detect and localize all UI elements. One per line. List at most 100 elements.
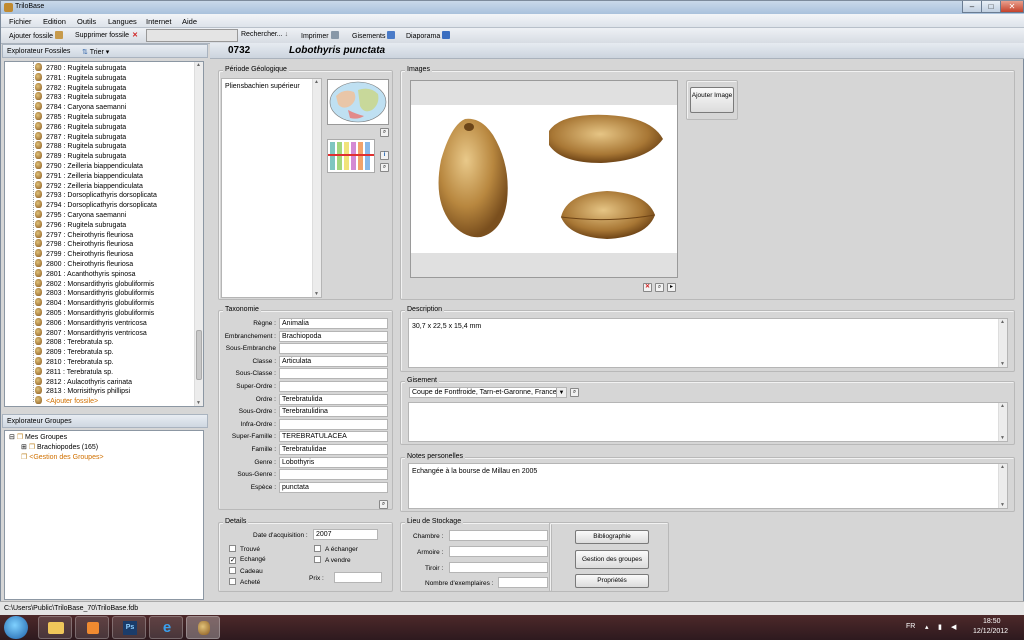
list-item[interactable]: 2792 : Zeilleria biappendiculata bbox=[35, 180, 143, 191]
taxonomy-field[interactable]: Articulata bbox=[279, 355, 388, 367]
deposit-select[interactable]: Coupe de Fontfroide, Tarn-et-Garonne, Fr… bbox=[409, 387, 567, 398]
clock-time[interactable]: 18:50 bbox=[983, 618, 1001, 625]
list-item[interactable]: 2799 : Cheirothyris fleuriosa bbox=[35, 249, 133, 259]
scroll-thumb[interactable] bbox=[196, 330, 202, 380]
sort-button[interactable]: ⇅ Trier ▾ bbox=[82, 48, 109, 56]
list-item[interactable]: 2785 : Rugitela subrugata bbox=[35, 112, 126, 122]
list-item[interactable]: 2810 : Terebratula sp. bbox=[35, 357, 114, 367]
to-sell-checkbox[interactable]: A vendre bbox=[314, 556, 351, 565]
deposits-button[interactable]: Gisements bbox=[352, 31, 396, 40]
fossil-list-scrollbar[interactable] bbox=[194, 62, 203, 406]
taxonomy-field[interactable] bbox=[279, 368, 388, 380]
list-item[interactable]: 2803 : Monsardithyris globuliformis bbox=[35, 288, 154, 298]
menu-outils[interactable]: Outils bbox=[77, 17, 96, 26]
list-item[interactable]: 2784 : Caryona saemanni bbox=[35, 102, 126, 112]
gift-checkbox[interactable]: Cadeau bbox=[229, 567, 263, 576]
count-field[interactable] bbox=[498, 577, 548, 588]
acquisition-date-field[interactable]: 2007 bbox=[313, 529, 378, 540]
taxonomy-field[interactable]: Terebratulidina bbox=[279, 406, 388, 418]
taxonomy-field[interactable]: punctata bbox=[279, 481, 388, 493]
list-item[interactable]: 2780 : Rugitela subrugata bbox=[35, 63, 126, 73]
list-item[interactable]: 2807 : Monsardithyris ventricosa bbox=[35, 327, 147, 338]
deposit-details[interactable] bbox=[408, 402, 1008, 442]
bought-checkbox[interactable]: Acheté bbox=[229, 578, 260, 587]
taxonomy-search-icon[interactable]: ⌕ bbox=[379, 500, 388, 509]
list-item[interactable]: 2798 : Cheirothyris fleuriosa bbox=[35, 239, 133, 249]
list-item[interactable]: 2806 : Monsardithyris ventricosa bbox=[35, 317, 147, 328]
geology-list[interactable]: Pliensbachien supérieur bbox=[221, 78, 322, 298]
list-item[interactable]: 2782 : Rugitela subrugata bbox=[35, 82, 126, 93]
list-item[interactable]: 2812 : Aulacothyris carinata bbox=[35, 376, 132, 387]
deposit-search-icon[interactable]: ⌕ bbox=[570, 388, 579, 397]
manage-groups-link[interactable]: ❐ <Gestion des Groupes> bbox=[21, 453, 104, 463]
menu-langues[interactable]: Langues bbox=[108, 17, 137, 26]
fossil-list[interactable]: 2780 : Rugitela subrugata 2781 : Rugitela… bbox=[4, 61, 204, 407]
list-item[interactable]: 2809 : Terebratula sp. bbox=[35, 347, 114, 357]
search-input[interactable] bbox=[146, 29, 238, 42]
taxonomy-field[interactable]: Lobothyris bbox=[279, 456, 388, 468]
list-item[interactable]: 2794 : Dorsoplicathyris dorsoplicata bbox=[35, 200, 157, 210]
list-item[interactable]: 2811 : Terebratula sp. bbox=[35, 366, 113, 377]
taxonomy-field[interactable]: Terebratulida bbox=[279, 393, 388, 405]
strat-chart-thumbnail[interactable] bbox=[327, 139, 375, 173]
image-viewer[interactable] bbox=[410, 80, 678, 278]
description-scrollbar[interactable] bbox=[998, 319, 1007, 367]
taxonomy-field[interactable]: TEREBRATULACEA bbox=[279, 431, 388, 443]
next-image-icon[interactable]: ▸ bbox=[667, 283, 676, 292]
zoom-image-icon[interactable]: ⌕ bbox=[655, 283, 664, 292]
chevron-down-icon[interactable]: ▼ bbox=[556, 388, 566, 397]
exchanged-checkbox[interactable]: ✓ Echangé bbox=[229, 556, 266, 564]
photoshop-task[interactable]: Ps bbox=[112, 616, 146, 639]
list-item[interactable]: 2783 : Rugitela subrugata bbox=[35, 92, 126, 102]
menu-aide[interactable]: Aide bbox=[182, 17, 197, 26]
add-fossil-button[interactable]: Ajouter fossile bbox=[9, 31, 63, 40]
list-item[interactable]: 2805 : Monsardithyris globuliformis bbox=[35, 308, 154, 318]
volume-icon[interactable]: ◀ bbox=[951, 623, 956, 631]
minimize-button[interactable]: – bbox=[962, 1, 982, 13]
properties-button[interactable]: Propriétés bbox=[575, 574, 649, 588]
geology-scrollbar[interactable] bbox=[312, 79, 321, 297]
zoom-icon[interactable]: ⌕ bbox=[380, 128, 389, 137]
drawer-field[interactable] bbox=[449, 562, 548, 573]
manage-groups-button[interactable]: Gestion des groupes bbox=[575, 550, 649, 569]
notes-scrollbar[interactable] bbox=[998, 464, 1007, 508]
taxonomy-field[interactable] bbox=[279, 469, 388, 481]
list-item[interactable]: 2797 : Cheirothyris fleuriosa bbox=[35, 229, 133, 240]
language-indicator[interactable]: FR bbox=[906, 623, 915, 630]
paleomap-thumbnail[interactable] bbox=[327, 79, 389, 125]
to-exchange-checkbox[interactable]: A échanger bbox=[314, 545, 358, 554]
list-item[interactable]: 2786 : Rugitela subrugata bbox=[35, 121, 126, 132]
info-icon[interactable]: i bbox=[380, 151, 389, 160]
zoom-icon[interactable]: ⌕ bbox=[380, 163, 389, 172]
delete-image-icon[interactable]: ✕ bbox=[643, 283, 652, 292]
explorer-task[interactable] bbox=[38, 616, 72, 639]
cabinet-field[interactable] bbox=[449, 546, 548, 557]
list-item[interactable]: 2791 : Zeilleria biappendiculata bbox=[35, 170, 143, 181]
add-image-button[interactable]: Ajouter Image bbox=[690, 87, 734, 113]
clock-date[interactable]: 12/12/2012 bbox=[973, 628, 1008, 635]
menu-internet[interactable]: Internet bbox=[146, 17, 171, 26]
taxonomy-field[interactable]: Terebratulidae bbox=[279, 444, 388, 455]
deposit-scrollbar[interactable] bbox=[998, 403, 1007, 441]
network-icon[interactable]: ▮ bbox=[938, 623, 942, 631]
add-fossil-link[interactable]: <Ajouter fossile> bbox=[35, 396, 98, 406]
tray-arrow-icon[interactable]: ▴ bbox=[925, 623, 929, 631]
delete-fossil-button[interactable]: Supprimer fossile ✕ bbox=[75, 31, 138, 39]
list-item[interactable]: 2796 : Rugitela subrugata bbox=[35, 219, 126, 230]
list-item[interactable]: 2789 : Rugitela subrugata bbox=[35, 151, 126, 161]
taxonomy-field[interactable]: Animalia bbox=[279, 318, 388, 329]
list-item[interactable]: 2804 : Monsardithyris globuliformis bbox=[35, 298, 154, 308]
notes-field[interactable]: Echangée à la bourse de Millau en 2005 bbox=[408, 463, 1008, 509]
price-field[interactable] bbox=[334, 572, 382, 583]
list-item[interactable]: 2802 : Monsardithyris globuliformis bbox=[35, 278, 154, 289]
tree-root-my-groups[interactable]: ⊟ ❐ Mes Groupes bbox=[9, 433, 67, 443]
windows-start-icon[interactable] bbox=[4, 616, 28, 639]
list-item[interactable]: 2808 : Terebratula sp. bbox=[35, 337, 114, 347]
slideshow-button[interactable]: Diaporama bbox=[406, 31, 451, 40]
search-button[interactable]: Rechercher... ↓ bbox=[241, 31, 288, 38]
taxonomy-field[interactable]: Brachiopoda bbox=[279, 330, 388, 342]
ie-task[interactable]: e bbox=[149, 616, 183, 639]
list-item[interactable]: 2800 : Cheirothyris fleuriosa bbox=[35, 259, 133, 269]
list-item[interactable]: 2781 : Rugitela subrugata bbox=[35, 72, 126, 83]
taxonomy-field[interactable] bbox=[279, 381, 388, 392]
